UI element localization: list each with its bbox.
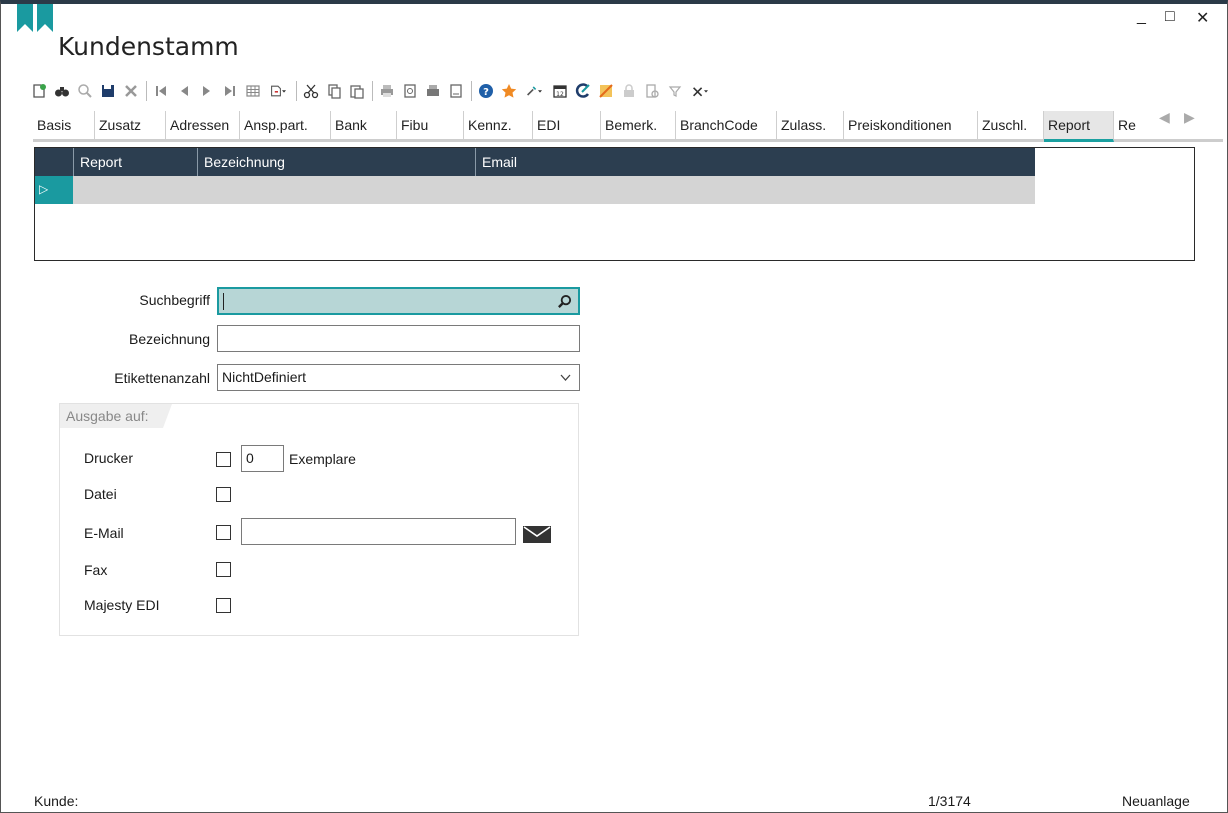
tab-basis[interactable]: Basis [33,111,95,139]
magnifier-icon[interactable] [74,80,95,102]
grid-header: Report Bezeichnung Email [35,148,1035,176]
print-icon[interactable] [376,80,397,102]
fax-checkbox[interactable] [216,562,231,577]
tab-kennz[interactable]: Kennz. [464,111,533,139]
last-record-icon[interactable] [219,80,240,102]
previous-record-icon[interactable] [173,80,194,102]
tab-adressen[interactable]: Adressen [166,111,240,139]
datei-label: Datei [84,486,117,502]
lock-icon[interactable] [618,80,639,102]
document-menu-icon[interactable] [265,80,291,102]
grid-header-rowmarker [35,148,73,176]
close-button[interactable]: ✕ [1196,8,1209,28]
grid-header-bezeichnung[interactable]: Bezeichnung [197,148,475,176]
status-kunde-label: Kunde: [34,793,79,809]
fax-label: Fax [84,562,108,578]
tab-re[interactable]: Re [1114,111,1136,139]
paste-icon[interactable] [346,80,367,102]
email-label: E-Mail [84,525,124,541]
window-title: Kundenstamm [58,32,239,61]
toolbar-separator [372,81,373,101]
favorite-star-icon[interactable] [498,80,519,102]
tab-preiskonditionen[interactable]: Preiskonditionen [844,111,978,139]
tab-zusatz[interactable]: Zusatz [95,111,166,139]
toolbar-separator [471,81,472,101]
copies-input[interactable]: 0 [241,445,284,472]
cut-icon[interactable] [300,80,321,102]
status-record-counter: 1/3174 [928,793,971,809]
row-marker-icon: ▷ [39,182,49,196]
row-selector[interactable]: ▷ [35,176,73,204]
svg-text:12: 12 [556,91,564,98]
toolbar-separator [146,81,147,101]
tools-menu-icon[interactable] [521,80,547,102]
tab-scroll-right-icon[interactable]: ▶ [1184,109,1195,126]
table-view-icon[interactable] [242,80,263,102]
calendar-icon[interactable]: 12 [549,80,570,102]
ausgabe-header: Ausgabe auf: [60,404,172,428]
help-icon[interactable]: ? [475,80,496,102]
tab-scroll-left-icon[interactable]: ◀ [1159,109,1170,126]
filter-icon[interactable] [664,80,685,102]
text-cursor [223,293,224,310]
table-row[interactable] [35,176,1035,204]
drucker-checkbox[interactable] [216,452,231,467]
tab-report[interactable]: Report [1044,111,1114,142]
tab-zulass[interactable]: Zulass. [777,111,844,139]
document-gear-icon[interactable] [641,80,662,102]
ausgabe-panel: Ausgabe auf: Drucker 0 Exemplare Datei E… [59,403,579,636]
new-record-icon[interactable] [28,80,49,102]
tab-ansp-part[interactable]: Ansp.part. [240,111,331,139]
email-input[interactable] [241,518,516,545]
next-record-icon[interactable] [196,80,217,102]
binoculars-icon[interactable] [51,80,72,102]
report-grid[interactable]: Report Bezeichnung Email ▷ [34,147,1195,261]
suchbegriff-label: Suchbegriff [139,292,210,308]
print-preview-icon[interactable] [399,80,420,102]
bezeichnung-label: Bezeichnung [129,331,210,347]
fax-icon[interactable] [422,80,443,102]
bookmark-logo-icon [17,4,53,32]
tab-bank[interactable]: Bank [331,111,397,139]
etikettenanzahl-label: Etikettenanzahl [114,370,210,386]
toolbar-separator [296,81,297,101]
exemplare-label: Exemplare [289,451,356,467]
grid-header-report[interactable]: Report [73,148,197,176]
toolbar: ? 12 [28,78,715,104]
first-record-icon[interactable] [150,80,171,102]
edit-icon[interactable] [572,80,593,102]
save-icon[interactable] [97,80,118,102]
envelope-icon[interactable] [523,526,551,543]
majesty-edi-checkbox[interactable] [216,598,231,613]
tab-zuschl[interactable]: Zuschl. [978,111,1044,139]
tab-bemerk[interactable]: Bemerk. [601,111,676,139]
tab-bar: Basis Zusatz Adressen Ansp.part. Bank Fi… [33,111,1223,142]
status-mode: Neuanlage [1122,793,1190,809]
elo-icon[interactable] [595,80,616,102]
delete-icon[interactable] [120,80,141,102]
etikettenanzahl-value: NichtDefiniert [222,369,307,385]
drucker-label: Drucker [84,450,134,466]
settings-menu-icon[interactable] [687,80,713,102]
copy-icon[interactable] [323,80,344,102]
maximize-button[interactable]: □ [1165,8,1175,26]
tab-edi[interactable]: EDI [533,111,601,139]
datei-checkbox[interactable] [216,487,231,502]
suchbegriff-input[interactable] [217,287,580,315]
minimize-button[interactable]: _ [1137,8,1146,26]
majesty-edi-label: Majesty EDI [84,597,160,613]
etikettenanzahl-select[interactable]: NichtDefiniert [217,364,580,391]
tab-fibu[interactable]: Fibu [397,111,464,139]
report-icon[interactable] [445,80,466,102]
svg-text:?: ? [483,87,489,98]
search-icon[interactable] [557,294,572,309]
bezeichnung-input[interactable] [217,325,580,352]
grid-header-email[interactable]: Email [475,148,1035,176]
chevron-down-icon[interactable] [560,374,571,382]
email-checkbox[interactable] [216,525,231,540]
tab-branchcode[interactable]: BranchCode [676,111,777,139]
